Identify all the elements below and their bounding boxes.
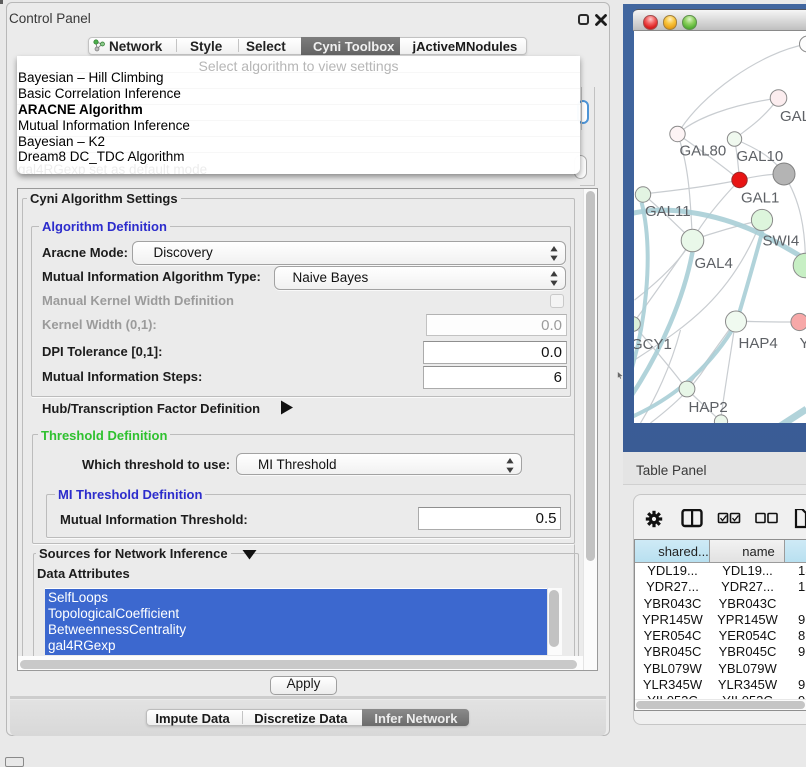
svg-text:SWI4: SWI4 (762, 233, 799, 250)
svg-text:GCY1: GCY1 (634, 336, 672, 353)
svg-text:HAP2: HAP2 (688, 399, 727, 416)
svg-text:GAL10: GAL10 (736, 148, 783, 165)
svg-text:Y: Y (799, 335, 806, 352)
svg-text:GAL: GAL (780, 108, 806, 125)
svg-text:HAP4: HAP4 (738, 335, 777, 352)
svg-text:GAL1: GAL1 (741, 190, 779, 207)
svg-text:GAL4: GAL4 (694, 255, 732, 272)
svg-text:GAL11: GAL11 (645, 203, 691, 220)
svg-text:GAL80: GAL80 (679, 143, 726, 160)
